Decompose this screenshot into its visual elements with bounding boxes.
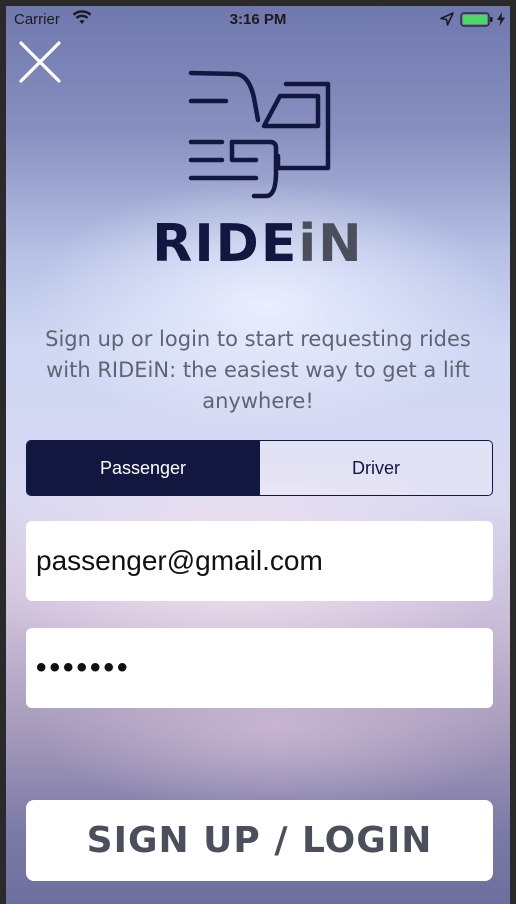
car-logo-icon	[188, 70, 331, 199]
battery-icon	[460, 12, 493, 27]
brand-logo-text: RIDEiN	[6, 214, 510, 274]
brand-text-in: iN	[298, 214, 364, 274]
location-arrow-icon	[440, 12, 454, 26]
segment-driver[interactable]: Driver	[259, 441, 492, 495]
brand-text-ride: RIDE	[152, 214, 299, 274]
app-screen: Carrier 3:16 PM RIDEiN Sign up or login …	[6, 6, 510, 904]
charging-bolt-icon	[497, 12, 505, 26]
segment-passenger[interactable]: Passenger	[27, 441, 259, 495]
status-time: 3:16 PM	[229, 11, 287, 28]
email-input[interactable]	[36, 545, 483, 577]
signup-login-button[interactable]: SIGN UP / LOGIN	[26, 800, 493, 881]
close-icon[interactable]	[18, 40, 62, 84]
email-field[interactable]	[26, 521, 493, 601]
tagline: Sign up or login to start requesting rid…	[45, 327, 471, 413]
status-bar: Carrier 3:16 PM	[6, 6, 510, 34]
password-field[interactable]	[26, 628, 493, 708]
role-segmented-control: Passenger Driver	[26, 440, 493, 496]
password-input[interactable]	[36, 651, 483, 685]
